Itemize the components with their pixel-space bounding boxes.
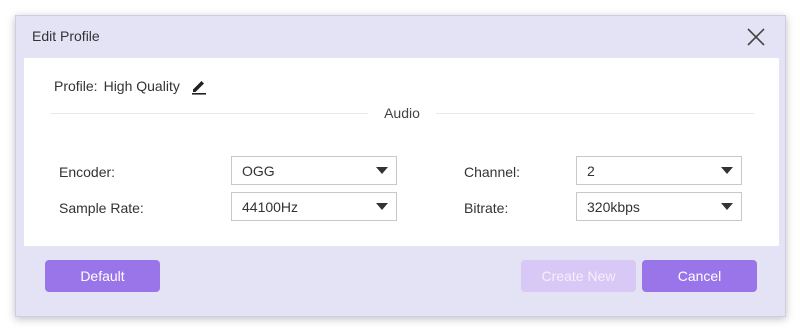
dialog-title: Edit Profile xyxy=(32,28,100,44)
profile-row: Profile: High Quality xyxy=(54,77,208,95)
close-icon[interactable] xyxy=(745,26,767,48)
bitrate-value: 320kbps xyxy=(587,199,640,215)
profile-name: High Quality xyxy=(103,78,180,94)
channel-select[interactable]: 2 xyxy=(576,156,742,185)
edit-profile-dialog: Edit Profile Profile: High Quality Audio… xyxy=(15,15,786,317)
sample-rate-label: Sample Rate: xyxy=(59,200,144,216)
sample-rate-value: 44100Hz xyxy=(242,199,299,215)
default-button[interactable]: Default xyxy=(45,260,160,292)
encoder-select[interactable]: OGG xyxy=(231,156,397,185)
bitrate-select[interactable]: 320kbps xyxy=(576,192,742,221)
section-divider-right xyxy=(436,113,754,114)
bitrate-label: Bitrate: xyxy=(464,200,509,216)
chevron-down-icon xyxy=(721,167,733,174)
sample-rate-select[interactable]: 44100Hz xyxy=(231,192,397,221)
profile-label: Profile: xyxy=(54,78,98,94)
pencil-icon[interactable] xyxy=(190,77,208,95)
chevron-down-icon xyxy=(721,203,733,210)
chevron-down-icon xyxy=(376,203,388,210)
channel-label: Channel: xyxy=(464,164,521,180)
dialog-titlebar: Edit Profile xyxy=(16,16,785,58)
dialog-content: Profile: High Quality Audio Encoder: OGG… xyxy=(24,58,779,246)
section-divider-left xyxy=(50,113,368,114)
section-title-audio: Audio xyxy=(384,105,420,121)
chevron-down-icon xyxy=(376,167,388,174)
encoder-value: OGG xyxy=(242,163,275,179)
encoder-label: Encoder: xyxy=(59,164,116,180)
create-new-button[interactable]: Create New xyxy=(521,260,636,292)
cancel-button[interactable]: Cancel xyxy=(642,260,757,292)
channel-value: 2 xyxy=(587,163,595,179)
